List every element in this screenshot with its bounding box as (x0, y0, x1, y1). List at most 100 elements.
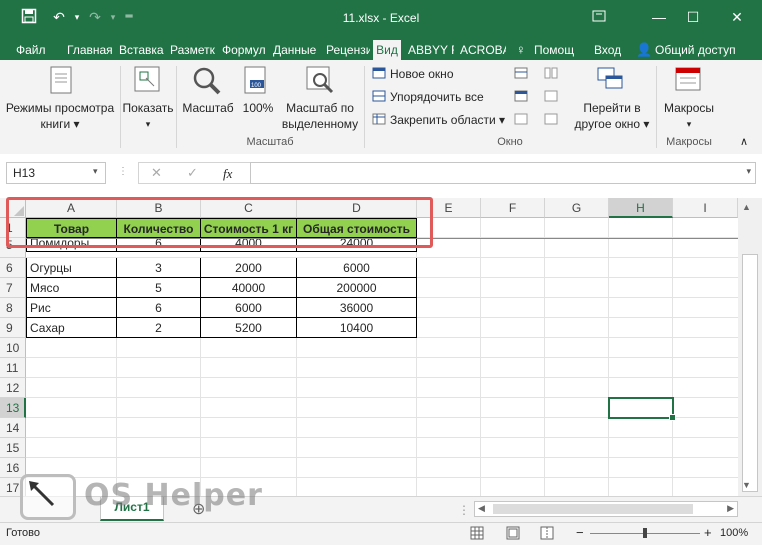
active-cell[interactable] (608, 397, 676, 421)
table-cell[interactable]: 2 (116, 318, 201, 338)
fill-handle[interactable] (669, 414, 676, 421)
horizontal-scrollbar[interactable]: ◀ ▶ (474, 501, 738, 517)
freeze-panes-icon[interactable] (372, 113, 386, 128)
tab-abbyy[interactable]: ABBYY F (408, 40, 454, 60)
ribbon-display-options-icon[interactable] (584, 6, 614, 28)
name-box[interactable]: H13 ▾ (6, 162, 106, 184)
row-header[interactable]: 6 (0, 258, 26, 278)
tab-tell-me[interactable]: Помощ (534, 40, 584, 60)
chevron-down-icon[interactable]: ▾ (93, 166, 98, 177)
row-header[interactable]: 14 (0, 418, 26, 438)
row-header[interactable]: 13 (0, 398, 26, 418)
macros-dropdown-icon[interactable]: ▾ (656, 116, 722, 132)
tab-review[interactable]: Рецензи (326, 40, 370, 60)
hide-icon[interactable] (514, 90, 528, 105)
column-header-g[interactable]: G (545, 198, 609, 218)
h-scrollbar-thumb[interactable] (493, 504, 693, 514)
table-cell[interactable]: 3 (116, 258, 201, 278)
split-icon[interactable] (514, 67, 528, 82)
row-header[interactable]: 12 (0, 378, 26, 398)
freeze-panes-button[interactable]: Закрепить области ▾ (390, 112, 505, 128)
scrollbar-thumb[interactable] (742, 254, 758, 492)
macros-icon[interactable] (674, 66, 704, 99)
table-cell[interactable]: Мясо (26, 278, 117, 298)
workbook-views-icon[interactable] (50, 66, 72, 97)
scroll-up-icon[interactable]: ▲ (742, 202, 751, 212)
column-header-f[interactable]: F (481, 198, 545, 218)
formula-input[interactable]: ▾ (250, 162, 756, 184)
table-cell[interactable]: 5 (116, 278, 201, 298)
vertical-scrollbar[interactable]: ▲ ▼ (738, 198, 762, 496)
zoom-to-selection-icon[interactable] (306, 66, 336, 99)
zoom-slider-thumb[interactable] (643, 528, 647, 538)
expand-formula-bar-icon[interactable]: ▾ (746, 166, 751, 177)
close-button[interactable]: ✕ (722, 6, 752, 28)
switch-windows-label-2[interactable]: другое окно ▾ (572, 116, 652, 132)
table-cell[interactable]: 40000 (200, 278, 297, 298)
synchronous-scrolling-icon[interactable] (544, 90, 558, 105)
column-header-i[interactable]: I (673, 198, 738, 218)
scroll-splitter-icon[interactable]: ⋮ (458, 503, 470, 517)
zoom-to-selection-button[interactable]: Масштаб по (280, 100, 360, 116)
row-header[interactable]: 15 (0, 438, 26, 458)
tab-home[interactable]: Главная (67, 40, 113, 60)
maximize-button[interactable]: ☐ (678, 6, 708, 28)
show-dropdown-icon[interactable]: ▾ (120, 116, 176, 132)
new-window-icon[interactable] (372, 67, 386, 82)
zoom-button[interactable]: Масштаб (180, 100, 236, 116)
table-cell[interactable]: 36000 (296, 298, 417, 318)
tab-data[interactable]: Данные (273, 40, 316, 60)
collapse-ribbon-icon[interactable]: ∧ (740, 134, 748, 150)
macros-button[interactable]: Макросы (656, 100, 722, 116)
table-cell[interactable]: Рис (26, 298, 117, 318)
zoom-to-selection-label-2[interactable]: выделенному (280, 116, 360, 132)
unhide-icon[interactable] (514, 113, 528, 128)
sign-in-link[interactable]: Вход (594, 40, 621, 60)
table-cell[interactable]: Сахар (26, 318, 117, 338)
new-window-button[interactable]: Новое окно (390, 66, 454, 82)
zoom-out-icon[interactable]: − (576, 525, 584, 540)
tab-file[interactable]: Файл (16, 40, 46, 60)
table-cell[interactable]: Огурцы (26, 258, 117, 278)
show-button[interactable]: Показать (120, 100, 176, 116)
magnifier-icon[interactable] (192, 66, 222, 99)
page-layout-view-icon[interactable] (506, 526, 520, 543)
tab-insert[interactable]: Вставка (119, 40, 164, 60)
table-cell[interactable]: 6 (116, 298, 201, 318)
row-header[interactable]: 11 (0, 358, 26, 378)
row-header[interactable]: 9 (0, 318, 26, 338)
enter-icon[interactable]: ✓ (187, 165, 198, 181)
table-cell[interactable]: 6000 (296, 258, 417, 278)
cancel-icon[interactable]: ✕ (151, 165, 162, 181)
zoom-slider[interactable] (590, 528, 700, 538)
switch-windows-icon[interactable] (596, 66, 626, 99)
insert-function-icon[interactable]: fx (223, 166, 232, 182)
reset-window-position-icon[interactable] (544, 113, 558, 128)
view-side-by-side-icon[interactable] (544, 67, 558, 82)
scroll-down-icon[interactable]: ▼ (742, 480, 751, 490)
tab-page-layout[interactable]: Разметк (170, 40, 216, 60)
arrange-all-button[interactable]: Упорядочить все (390, 89, 484, 105)
page-break-view-icon[interactable] (540, 526, 554, 543)
tab-acrobat[interactable]: ACROBA (460, 40, 506, 60)
table-cell[interactable]: 10400 (296, 318, 417, 338)
row-header[interactable]: 7 (0, 278, 26, 298)
workbook-views-label-2[interactable]: книги ▾ (4, 116, 116, 132)
workbook-views-label[interactable]: Режимы просмотра (4, 100, 116, 116)
minimize-button[interactable]: — (644, 6, 674, 28)
table-cell[interactable]: 5200 (200, 318, 297, 338)
zoom-in-icon[interactable]: + (704, 525, 712, 540)
switch-windows-button[interactable]: Перейти в (572, 100, 652, 116)
normal-view-icon[interactable] (470, 526, 484, 543)
table-cell[interactable]: 2000 (200, 258, 297, 278)
zoom-100-icon[interactable]: 100 (244, 66, 270, 99)
tab-formulas[interactable]: Формул (222, 40, 266, 60)
show-icon[interactable] (134, 66, 160, 95)
table-cell[interactable]: 6000 (200, 298, 297, 318)
row-header[interactable]: 8 (0, 298, 26, 318)
tab-view[interactable]: Вид (373, 40, 401, 60)
row-header[interactable]: 10 (0, 338, 26, 358)
scroll-right-icon[interactable]: ▶ (727, 503, 734, 514)
zoom-level[interactable]: 100% (720, 527, 748, 539)
column-header-h[interactable]: H (609, 198, 673, 218)
